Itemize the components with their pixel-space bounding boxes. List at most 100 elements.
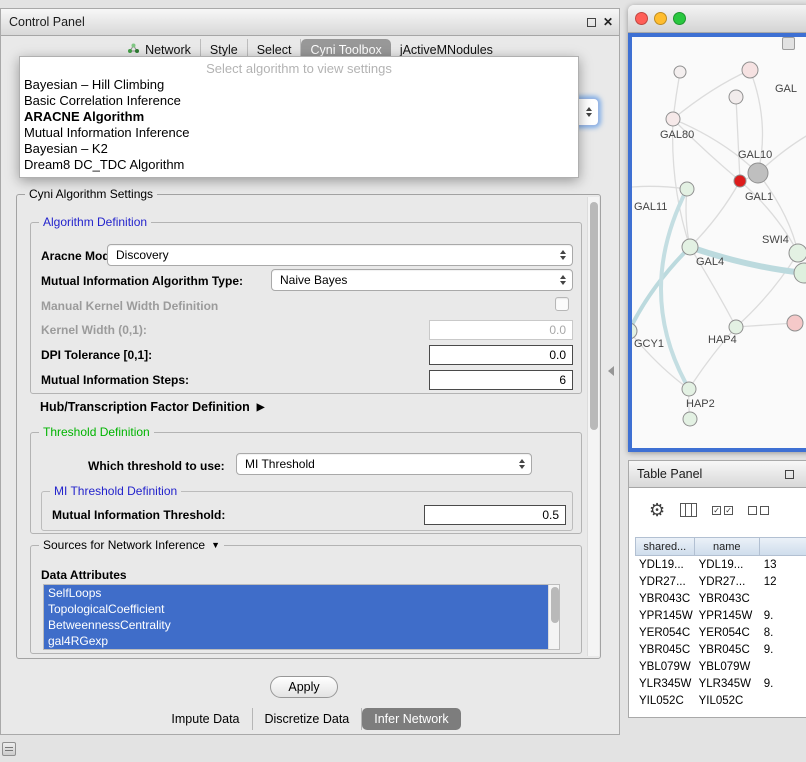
table-cell[interactable]: YBL079W [695,661,760,673]
column-selector-icon[interactable] [680,503,697,517]
network-node-gal10[interactable] [748,163,768,183]
table-cell[interactable]: YBR045C [695,644,760,656]
network-corner-button[interactable] [782,37,795,50]
table-cell[interactable]: YBR043C [695,593,760,605]
table-row[interactable]: YPR145WYPR145W9. [635,607,806,624]
hub-definition-toggle[interactable]: Hub/Transcription Factor Definition ▶ [40,400,264,414]
table-cell[interactable]: YIL052C [635,695,695,707]
attribute-list[interactable]: SelfLoopsTopologicalCoefficientBetweenne… [43,584,560,650]
column-header[interactable] [760,537,806,556]
table-cell[interactable]: YER054C [695,627,760,639]
network-canvas[interactable]: GALGAL80GAL10GAL1GAL11SWI4GAL4GCY1HAP4HA… [628,33,806,452]
table-row[interactable]: YDR27...YDR27...12 [635,573,806,590]
bottom-tab-infer-network[interactable]: Infer Network [362,708,460,730]
control-panel-titlebar[interactable]: Control Panel ✕ [1,9,619,36]
network-edge[interactable] [736,323,795,327]
table-row[interactable]: YER054CYER054C8. [635,624,806,641]
select-all-icon[interactable]: ✓✓ [712,506,733,515]
network-edge[interactable] [661,189,689,389]
settings-scrollbar[interactable] [587,197,599,656]
minimize-traffic-light-icon[interactable] [654,12,667,25]
algorithm-option[interactable]: Bayesian – Hill Climbing [20,77,578,93]
network-node-swi4[interactable] [789,244,806,262]
restore-panel-icon[interactable] [2,742,16,756]
attribute-list-scrollbar[interactable] [548,585,559,649]
network-node-gcy1[interactable] [632,323,637,339]
column-header[interactable]: name [695,537,760,556]
scrollbar-thumb[interactable] [551,587,559,623]
table-cell[interactable]: 9. [760,678,806,690]
network-node-gal1[interactable] [734,175,746,187]
network-edge[interactable] [690,181,740,247]
panel-resize-handle[interactable] [608,366,614,376]
float-icon[interactable] [785,470,794,479]
network-node-hap4[interactable] [729,320,743,334]
attribute-item[interactable]: SelfLoops [44,585,548,601]
which-threshold-select[interactable]: MI Threshold [236,453,532,475]
network-window-titlebar[interactable] [628,5,806,33]
network-edge[interactable] [632,186,687,189]
table-cell[interactable]: YDR27... [695,576,760,588]
table-cell[interactable]: YDL19... [695,559,760,571]
bottom-tab-impute-data[interactable]: Impute Data [159,708,252,730]
bottom-tab-discretize-data[interactable]: Discretize Data [253,708,363,730]
close-traffic-light-icon[interactable] [635,12,648,25]
table-cell[interactable]: YDR27... [635,576,695,588]
sources-title-row[interactable]: Sources for Network Inference ▼ [39,538,224,552]
table-row[interactable]: YIL052CYIL052C [635,692,806,709]
network-node-gal4[interactable] [682,239,698,255]
settings-gear-icon[interactable]: ⚙ [649,501,665,519]
aracne-mode-select[interactable]: Discovery [107,244,573,266]
table-row[interactable]: YBL079WYBL079W [635,658,806,675]
table-cell[interactable]: 13 [760,559,806,571]
algorithm-option[interactable]: Dream8 DC_TDC Algorithm [20,157,578,173]
algorithm-option[interactable]: Mutual Information Inference [20,125,578,141]
table-cell[interactable]: YER054C [635,627,695,639]
table-cell[interactable]: YDL19... [635,559,695,571]
table-cell[interactable]: YBR045C [635,644,695,656]
network-edge[interactable] [673,119,758,173]
scrollbar-thumb[interactable] [590,202,598,430]
table-panel-titlebar[interactable]: Table Panel [629,461,806,488]
network-node[interactable] [794,263,806,283]
table-row[interactable]: YDL19...YDL19...13 [635,556,806,573]
network-node-hap2[interactable] [682,382,696,396]
network-node[interactable] [683,412,697,426]
mi-steps-field[interactable]: 6 [429,370,573,390]
column-header[interactable]: shared... [635,537,695,556]
table-cell[interactable]: 12 [760,576,806,588]
deselect-all-icon[interactable] [748,506,769,515]
table-cell[interactable]: YLR345W [635,678,695,690]
table-cell[interactable]: YIL052C [695,695,760,707]
algorithm-option[interactable]: Bayesian – K2 [20,141,578,157]
table-cell[interactable]: YBL079W [635,661,695,673]
mi-threshold-field[interactable]: 0.5 [424,505,566,525]
table-cell[interactable]: YPR145W [695,610,760,622]
table-row[interactable]: YBR045CYBR045C9. [635,641,806,658]
attribute-item[interactable]: BetweennessCentrality [44,617,548,633]
network-node[interactable] [729,90,743,104]
float-icon[interactable] [587,18,596,27]
network-node-gal[interactable] [742,62,758,78]
table-cell[interactable]: 8. [760,627,806,639]
network-node[interactable] [787,315,803,331]
table-cell[interactable]: YBR043C [635,593,695,605]
network-node-gal11[interactable] [680,182,694,196]
close-icon[interactable]: ✕ [603,17,613,27]
algorithm-option[interactable]: ARACNE Algorithm [20,109,578,125]
network-edge[interactable] [736,97,740,181]
network-view-window[interactable]: GALGAL80GAL10GAL1GAL11SWI4GAL4GCY1HAP4HA… [628,5,806,452]
network-node[interactable] [674,66,686,78]
table-cell[interactable]: 9. [760,610,806,622]
attribute-item[interactable]: gal4RGexp [44,633,548,649]
table-row[interactable]: YBR043CYBR043C [635,590,806,607]
dpi-tolerance-field[interactable]: 0.0 [429,345,573,365]
algorithm-option[interactable]: Basic Correlation Inference [20,93,578,109]
table-cell[interactable]: 9. [760,644,806,656]
mi-algorithm-type-select[interactable]: Naive Bayes [271,269,573,291]
table-row[interactable]: YLR345WYLR345W9. [635,675,806,692]
attribute-item[interactable]: TopologicalCoefficient [44,601,548,617]
table-cell[interactable]: YLR345W [695,678,760,690]
table-cell[interactable]: YPR145W [635,610,695,622]
apply-button[interactable]: Apply [270,676,338,698]
